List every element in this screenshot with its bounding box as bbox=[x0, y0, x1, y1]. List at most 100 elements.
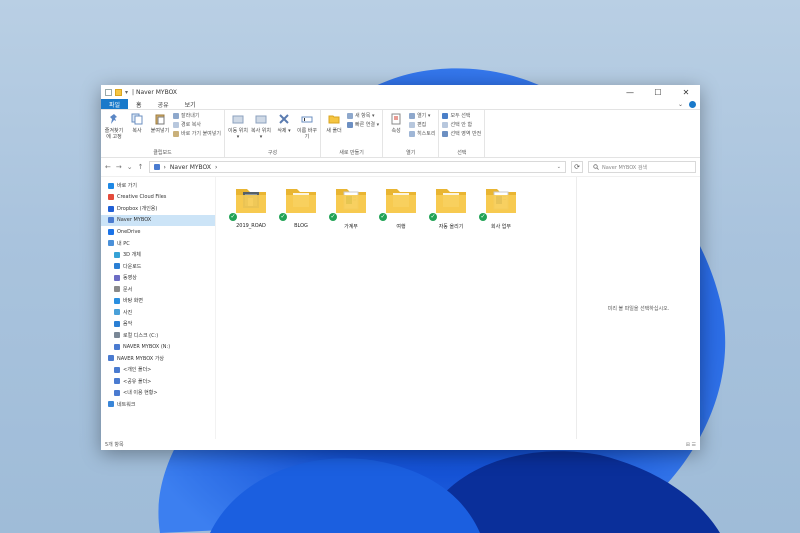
help-icon[interactable] bbox=[689, 100, 696, 108]
copy-path-button[interactable]: 경로 복사 bbox=[173, 121, 221, 128]
sidebar-item[interactable]: 사진 bbox=[101, 307, 215, 319]
open-button[interactable]: 열기 ▾ bbox=[409, 112, 435, 119]
invert-selection-button[interactable]: 선택 영역 반전 bbox=[442, 130, 481, 137]
new-folder-button[interactable]: 새 폴더 bbox=[324, 112, 344, 134]
new-folder-quick-icon[interactable] bbox=[115, 88, 122, 96]
tab-home[interactable]: 홈 bbox=[128, 99, 150, 109]
properties-quick-icon[interactable] bbox=[105, 88, 112, 96]
sidebar-item[interactable]: 동영상 bbox=[101, 272, 215, 284]
sidebar-item-label: 음악 bbox=[123, 321, 133, 328]
sidebar-item[interactable]: 네트워크 bbox=[101, 399, 215, 411]
forward-arrow-icon[interactable]: → bbox=[116, 163, 122, 171]
copy-to-icon bbox=[254, 112, 268, 126]
refresh-button[interactable]: ⟳ bbox=[571, 161, 583, 173]
tab-view[interactable]: 보기 bbox=[177, 99, 204, 109]
sidebar-item[interactable]: NAVER MYBOX 가상 bbox=[101, 353, 215, 365]
breadcrumb-separator: › bbox=[163, 163, 166, 171]
sidebar-item[interactable]: Naver MYBOX bbox=[101, 214, 215, 226]
sidebar-item[interactable]: OneDrive bbox=[101, 226, 215, 238]
paste-button[interactable]: 붙여넣기 bbox=[150, 112, 170, 134]
folder-item[interactable]: ✓ 2019_ROAD bbox=[226, 183, 276, 230]
copy-to-button[interactable]: 복사 위치 ▾ bbox=[251, 112, 271, 140]
cut-button[interactable]: 잘라내기 bbox=[173, 112, 221, 119]
copy-button[interactable]: 복사 bbox=[127, 112, 147, 134]
folder-item[interactable]: ✓ 여행 bbox=[376, 183, 426, 230]
sidebar-item[interactable]: 음악 bbox=[101, 318, 215, 330]
sidebar-item[interactable]: NAVER MYBOX (N:) bbox=[101, 341, 215, 353]
tab-file[interactable]: 파일 bbox=[101, 99, 129, 109]
properties-button[interactable]: 속성 bbox=[386, 112, 406, 134]
breadcrumb-mybox[interactable]: Naver MYBOX bbox=[170, 164, 211, 171]
expand-ribbon-icon[interactable]: ⌄ bbox=[678, 101, 683, 108]
sidebar-item-label: 바로 가기 bbox=[117, 183, 137, 190]
view-toggle-icons[interactable]: ⊞ ☰ bbox=[686, 442, 696, 448]
recent-locations-icon[interactable]: ⌄ bbox=[127, 163, 133, 171]
history-button[interactable]: 히스토리 bbox=[409, 130, 435, 137]
address-dropdown-icon[interactable]: ⌄ bbox=[557, 164, 561, 170]
folder-item[interactable]: ✓ BLOG bbox=[276, 183, 326, 230]
title-bar: ▾ | Naver MYBOX — ☐ ✕ bbox=[101, 85, 700, 99]
edit-button[interactable]: 편집 bbox=[409, 121, 435, 128]
tab-share[interactable]: 공유 bbox=[150, 99, 177, 109]
search-input[interactable]: Naver MYBOX 검색 bbox=[588, 161, 696, 173]
select-all-button[interactable]: 모두 선택 bbox=[442, 112, 481, 119]
sidebar-item[interactable]: 3D 개체 bbox=[101, 249, 215, 261]
address-bar[interactable]: › Naver MYBOX › ⌄ bbox=[148, 161, 566, 173]
sidebar-item-label: 다운로드 bbox=[123, 263, 142, 270]
mybox-location-icon bbox=[153, 164, 160, 170]
mybox-icon bbox=[108, 217, 114, 224]
move-to-button[interactable]: 이동 위치 ▾ bbox=[228, 112, 248, 140]
sidebar-item[interactable]: Creative Cloud Files bbox=[101, 192, 215, 204]
sidebar-item[interactable]: 다운로드 bbox=[101, 261, 215, 273]
window-controls: — ☐ ✕ bbox=[616, 85, 700, 99]
video-icon bbox=[114, 274, 120, 281]
music-icon bbox=[114, 320, 120, 327]
sidebar-item[interactable]: <개인 폴더> bbox=[101, 364, 215, 376]
folder-icon: ✓ bbox=[279, 183, 318, 221]
sidebar-item[interactable]: 로컬 디스크 (C:) bbox=[101, 330, 215, 342]
document-icon bbox=[114, 286, 120, 293]
sidebar-item[interactable]: 바로 가기 bbox=[101, 180, 215, 192]
paste-shortcut-button[interactable]: 바로 가기 붙여넣기 bbox=[173, 130, 221, 137]
rename-icon bbox=[300, 112, 314, 126]
sidebar-item-label: 3D 개체 bbox=[123, 252, 141, 259]
content-area: 바로 가기 Creative Cloud Files Dropbox (개인용) Na… bbox=[101, 177, 700, 439]
delete-button[interactable]: 삭제 ▾ bbox=[274, 112, 294, 134]
invert-selection-icon bbox=[442, 130, 449, 137]
folder-item[interactable]: ✓ 가계부 bbox=[326, 183, 376, 230]
maximize-button[interactable]: ☐ bbox=[644, 85, 672, 99]
window-title: | Naver MYBOX bbox=[132, 88, 178, 96]
copy-path-icon bbox=[173, 121, 179, 128]
rename-button[interactable]: 이름 바꾸기 bbox=[297, 112, 317, 140]
sidebar-item-label: <개인 폴더> bbox=[123, 367, 152, 374]
easy-access-button[interactable]: 빠른 연결 ▾ bbox=[346, 121, 379, 128]
minimize-button[interactable]: — bbox=[616, 85, 644, 99]
cloud-icon bbox=[108, 194, 114, 201]
close-button[interactable]: ✕ bbox=[672, 85, 700, 99]
sidebar-item[interactable]: <공유 폴더> bbox=[101, 376, 215, 388]
up-arrow-icon[interactable]: ↑ bbox=[138, 163, 144, 171]
sidebar-item-label: Naver MYBOX bbox=[117, 217, 152, 224]
new-item-button[interactable]: 새 항목 ▾ bbox=[346, 112, 379, 119]
sidebar-item[interactable]: 내 PC bbox=[101, 238, 215, 250]
navigation-pane: 바로 가기 Creative Cloud Files Dropbox (개인용) Na… bbox=[101, 177, 215, 439]
mybox-virtual-icon bbox=[108, 355, 114, 362]
pin-quick-access-button[interactable]: 즐겨찾기에 고정 bbox=[104, 112, 124, 140]
sidebar-item-label: 동영상 bbox=[123, 275, 137, 282]
folder-name: BLOG bbox=[294, 223, 308, 229]
sidebar-item[interactable]: 바탕 화면 bbox=[101, 295, 215, 307]
sidebar-item[interactable]: <내 이용 현황> bbox=[101, 387, 215, 399]
folder-item[interactable]: ✓ 자동 올리기 bbox=[426, 183, 476, 230]
history-icon bbox=[409, 130, 416, 137]
quick-access-dropdown-icon[interactable]: ▾ bbox=[125, 89, 128, 96]
sync-check-icon: ✓ bbox=[229, 213, 237, 221]
sidebar-item[interactable]: Dropbox (개인용) bbox=[101, 203, 215, 215]
sidebar-item[interactable]: 문서 bbox=[101, 284, 215, 296]
back-arrow-icon[interactable]: ← bbox=[105, 163, 111, 171]
folder-item[interactable]: ✓ 회사 업무 bbox=[476, 183, 526, 230]
select-none-icon bbox=[442, 121, 449, 128]
select-none-button[interactable]: 선택 안 함 bbox=[442, 121, 481, 128]
ribbon-right-controls: ⌄ bbox=[678, 99, 700, 109]
sidebar-item-label: <내 이용 현황> bbox=[123, 390, 158, 397]
dropbox-icon bbox=[108, 205, 114, 212]
